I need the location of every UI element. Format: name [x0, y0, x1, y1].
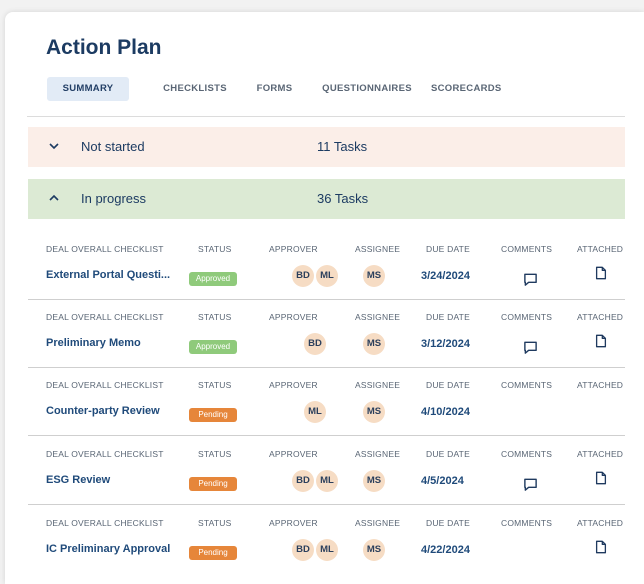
column-header-checklist: DEAL OVERALL CHECKLIST [46, 518, 164, 528]
chevron-down-icon [49, 143, 59, 150]
column-header-approver: APPROVER [269, 312, 318, 322]
document-icon[interactable] [594, 471, 608, 485]
comment-icon[interactable] [523, 477, 538, 492]
assignee-avatar[interactable]: MS [363, 265, 385, 287]
table-row: DEAL OVERALL CHECKLIST STATUS APPROVER ASSI… [28, 437, 625, 505]
assignee-avatar[interactable]: MS [363, 333, 385, 355]
column-header-comments: COMMENTS [501, 244, 553, 254]
approver-avatar[interactable]: BD [292, 470, 314, 492]
column-header-approver: APPROVER [269, 449, 318, 459]
task-name-link[interactable]: External Portal Questi... [46, 269, 170, 281]
column-header-assignee: ASSIGNEE [355, 312, 401, 322]
tab-summary[interactable]: SUMMARY [47, 77, 129, 101]
group-label: Not started [81, 139, 145, 154]
column-header-due-date: DUE DATE [426, 518, 470, 528]
comment-icon[interactable] [523, 340, 538, 355]
table-row: DEAL OVERALL CHECKLIST STATUS APPROVER ASSI… [28, 300, 625, 368]
column-header-comments: COMMENTS [501, 312, 553, 322]
action-plan-card: Action Plan SUMMARY CHECKLISTS FORMS QUE… [5, 12, 644, 584]
column-header-checklist: DEAL OVERALL CHECKLIST [46, 449, 164, 459]
tab-scorecards[interactable]: SCORECARDS [431, 77, 501, 101]
column-header-status: STATUS [198, 449, 232, 459]
column-header-assignee: ASSIGNEE [355, 380, 401, 390]
approver-avatar[interactable]: BD [292, 265, 314, 287]
group-label: In progress [81, 191, 147, 206]
column-header-checklist: DEAL OVERALL CHECKLIST [46, 312, 164, 322]
table-row: DEAL OVERALL CHECKLIST STATUS APPROVER ASSI… [28, 506, 625, 574]
approver-avatar[interactable]: BD [304, 333, 326, 355]
column-header-comments: COMMENTS [501, 449, 553, 459]
group-task-count: 36 Tasks [317, 191, 369, 206]
task-name-link[interactable]: ESG Review [46, 474, 110, 486]
assignee-avatar[interactable]: MS [363, 539, 385, 561]
column-header-status: STATUS [198, 380, 232, 390]
column-header-checklist: DEAL OVERALL CHECKLIST [46, 380, 164, 390]
due-date: 4/5/2024 [421, 475, 464, 487]
document-icon[interactable] [594, 266, 608, 280]
group-not-started[interactable]: Not started 11 Tasks [28, 127, 625, 167]
column-header-comments: COMMENTS [501, 518, 553, 528]
task-name-link[interactable]: Counter-party Review [46, 405, 160, 417]
approver-avatar[interactable]: ML [316, 470, 338, 492]
column-header-assignee: ASSIGNEE [355, 449, 401, 459]
approver-avatar[interactable]: ML [304, 401, 326, 423]
status-badge: Pending [189, 477, 237, 491]
approver-avatar[interactable]: ML [316, 265, 338, 287]
task-name-link[interactable]: IC Preliminary Approval [46, 543, 170, 555]
page-title: Action Plan [46, 36, 162, 59]
column-header-assignee: ASSIGNEE [355, 244, 401, 254]
column-header-due-date: DUE DATE [426, 312, 470, 322]
due-date: 4/10/2024 [421, 406, 470, 418]
column-header-approver: APPROVER [269, 244, 318, 254]
column-header-status: STATUS [198, 244, 232, 254]
document-icon[interactable] [594, 334, 608, 348]
comment-icon[interactable] [523, 272, 538, 287]
column-header-due-date: DUE DATE [426, 380, 470, 390]
due-date: 3/12/2024 [421, 338, 470, 350]
table-row: DEAL OVERALL CHECKLIST STATUS APPROVER ASSI… [28, 232, 625, 300]
assignee-avatar[interactable]: MS [363, 401, 385, 423]
column-header-approver: APPROVER [269, 380, 318, 390]
status-badge: Approved [189, 272, 237, 286]
column-header-attached: ATTACHED [577, 312, 624, 322]
column-header-attached: ATTACHED [577, 380, 624, 390]
tab-questionnaires[interactable]: QUESTIONNAIRES [319, 77, 415, 101]
column-header-due-date: DUE DATE [426, 244, 470, 254]
column-header-assignee: ASSIGNEE [355, 518, 401, 528]
assignee-avatar[interactable]: MS [363, 470, 385, 492]
column-header-attached: ATTACHED [577, 518, 624, 528]
column-header-due-date: DUE DATE [426, 449, 470, 459]
status-badge: Pending [189, 408, 237, 422]
tab-checklists[interactable]: CHECKLISTS [155, 77, 235, 101]
group-in-progress[interactable]: In progress 36 Tasks [28, 179, 625, 219]
status-badge: Pending [189, 546, 237, 560]
approver-avatar[interactable]: BD [292, 539, 314, 561]
tab-forms[interactable]: FORMS [252, 77, 297, 101]
column-header-attached: ATTACHED [577, 449, 624, 459]
table-row: DEAL OVERALL CHECKLIST STATUS APPROVER ASSI… [28, 368, 625, 436]
status-badge: Approved [189, 340, 237, 354]
column-header-approver: APPROVER [269, 518, 318, 528]
column-header-status: STATUS [198, 312, 232, 322]
tab-bar: SUMMARY CHECKLISTS FORMS QUESTIONNAIRES … [27, 75, 625, 117]
column-header-status: STATUS [198, 518, 232, 528]
chevron-up-icon [49, 194, 59, 201]
approver-avatar[interactable]: ML [316, 539, 338, 561]
due-date: 3/24/2024 [421, 270, 470, 282]
group-task-count: 11 Tasks [317, 139, 368, 154]
column-header-attached: ATTACHED [577, 244, 624, 254]
column-header-checklist: DEAL OVERALL CHECKLIST [46, 244, 164, 254]
due-date: 4/22/2024 [421, 544, 470, 556]
column-header-comments: COMMENTS [501, 380, 553, 390]
document-icon[interactable] [594, 540, 608, 554]
task-name-link[interactable]: Preliminary Memo [46, 337, 141, 349]
